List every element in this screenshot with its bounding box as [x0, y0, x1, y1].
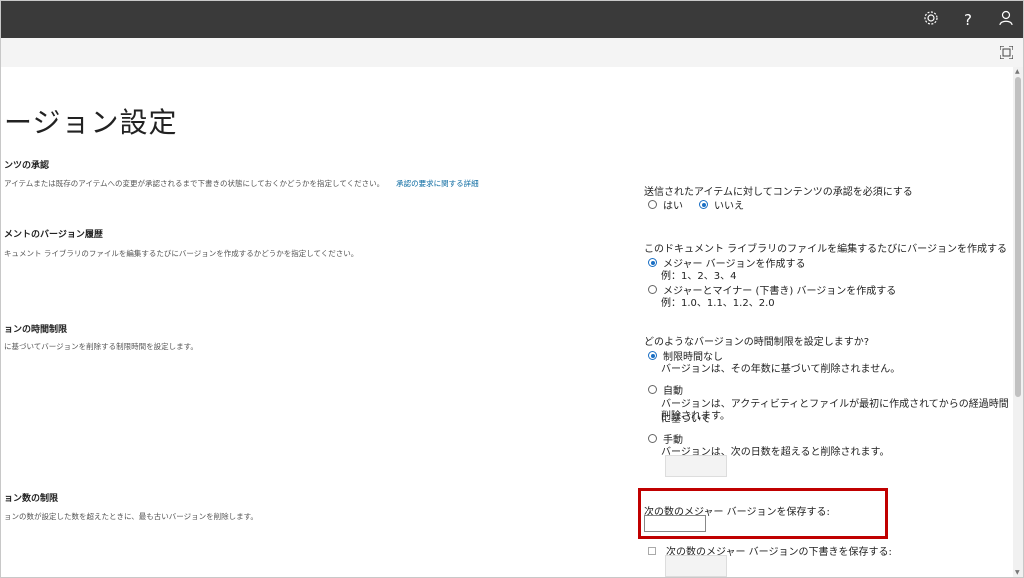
timelimit-question: どのようなバージョンの時間制限を設定しますか? — [644, 337, 870, 348]
timelimit-none-desc: バージョンは、その年数に基づいて削除されません。 — [661, 364, 901, 375]
approval-description: アイテムまたは既存のアイテムへの変更が承認されるまで下書きの状態にしておくかどう… — [4, 178, 479, 189]
radio-major[interactable] — [648, 258, 657, 267]
scrollbar[interactable]: ▲ ▼ — [1013, 67, 1023, 577]
history-heading: メントのバージョン履歴 — [4, 230, 103, 240]
timelimit-description: に基づいてバージョンを削除する制限時間を設定します。 — [4, 342, 198, 351]
draft-versions-input[interactable] — [665, 555, 727, 577]
settings-content: ージョン設定 ンツの承認 アイテムまたは既存のアイテムへの変更が承認されるまで下… — [1, 67, 1013, 577]
manual-days-input[interactable] — [665, 455, 727, 477]
scroll-down-icon[interactable]: ▼ — [1015, 569, 1020, 576]
history-question: このドキュメント ライブラリのファイルを編集するたびにバージョンを作成する — [644, 244, 1007, 255]
radio-no-limit[interactable] — [648, 351, 657, 360]
scroll-up-icon[interactable]: ▲ — [1015, 68, 1020, 75]
approval-desc-text: アイテムまたは既存のアイテムへの変更が承認されるまで下書きの状態にしておくかどう… — [4, 179, 385, 188]
history-major-minor-example: 例：1.0、1.1、1.2、2.0 — [661, 298, 775, 309]
approval-option-no[interactable]: いいえ — [699, 197, 744, 212]
user-icon[interactable] — [996, 10, 1016, 30]
gear-icon[interactable] — [921, 10, 941, 30]
count-heading: ョン数の制限 — [4, 494, 59, 504]
page-title: ージョン設定 — [4, 106, 178, 139]
highlight-box — [638, 488, 888, 539]
focus-mode-icon[interactable] — [1000, 46, 1013, 59]
top-bar: ? — [1, 1, 1023, 38]
approval-yes-label: はい — [663, 201, 683, 212]
approval-question: 送信されたアイテムに対してコンテンツの承認を必須にする — [644, 187, 913, 198]
count-description: ョンの数が設定した数を超えたときに、最も古いバージョンを削除します。 — [4, 512, 258, 521]
radio-no[interactable] — [699, 200, 708, 209]
history-description: キュメント ライブラリのファイルを編集するたびにバージョンを作成するかどうかを指… — [4, 249, 359, 258]
help-icon[interactable]: ? — [958, 10, 978, 30]
timelimit-auto-desc-2: 削除されます。 — [661, 411, 730, 422]
approval-no-label: いいえ — [714, 201, 744, 212]
timelimit-heading: ョンの時間制限 — [4, 325, 68, 335]
approval-heading: ンツの承認 — [4, 161, 50, 171]
draft-versions-checkbox[interactable] — [648, 546, 656, 555]
approval-option-yes[interactable]: はい — [648, 197, 683, 212]
radio-yes[interactable] — [648, 200, 657, 209]
approval-help-link[interactable]: 承認の要求に関する詳細 — [396, 179, 479, 188]
radio-major-minor[interactable] — [648, 285, 657, 294]
radio-auto[interactable] — [648, 385, 657, 394]
history-major-example: 例：1、2、3、4 — [661, 271, 737, 282]
scrollbar-thumb[interactable] — [1015, 77, 1021, 397]
window: ? ージョン設定 ンツの承認 アイテムまたは既存のアイテムへの変更が承認されるま… — [0, 0, 1024, 578]
radio-manual[interactable] — [648, 434, 657, 443]
command-bar — [1, 38, 1023, 67]
